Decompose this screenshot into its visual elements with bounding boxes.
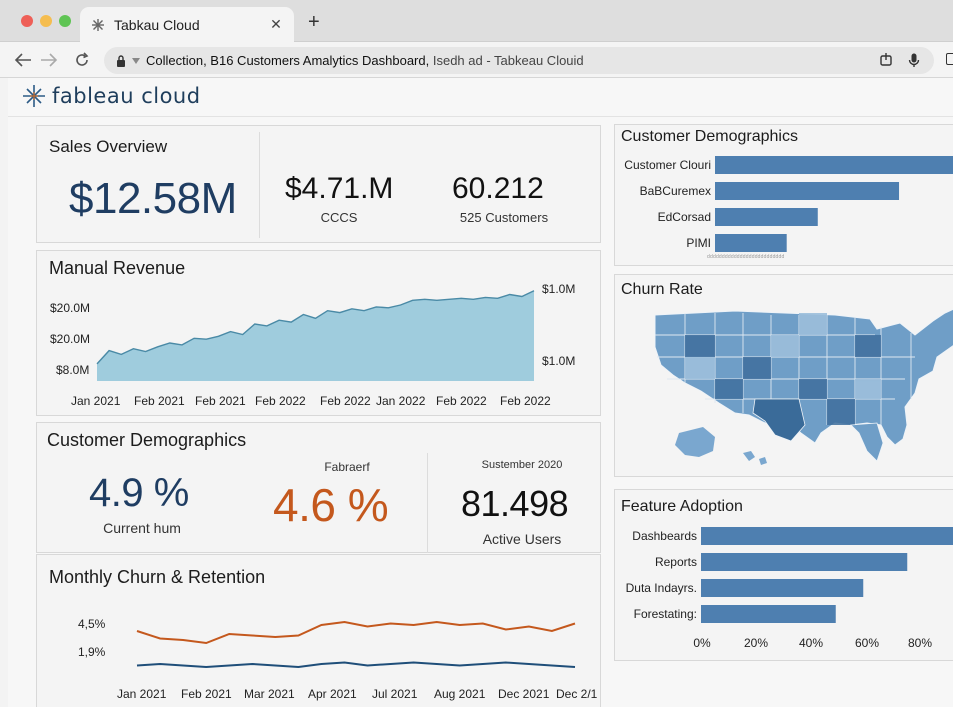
kpi1-label: Current hum	[103, 520, 181, 536]
x-axis-tick-label: 40%	[799, 636, 823, 650]
x-axis-tick-label: 60%	[855, 636, 879, 650]
bar[interactable]	[701, 527, 953, 545]
bar-category-label: PIMI	[686, 236, 711, 250]
x-axis-tick-label: Feb 2022	[320, 394, 371, 408]
bar-category-label: Customer Clouri	[624, 158, 711, 172]
url-main: Collection, B16 Customers Amalytics Dash…	[146, 53, 430, 68]
x-axis-tick-label: 0%	[693, 636, 711, 650]
microphone-icon[interactable]	[906, 52, 922, 68]
bar[interactable]	[715, 182, 900, 200]
forward-arrow-icon[interactable]	[38, 49, 60, 71]
tab-title: Tabkau Cloud	[114, 16, 200, 33]
x-axis-tick-label: Jan 2021	[71, 394, 121, 408]
kpi3-value: 81.498	[461, 483, 569, 524]
browser-tab[interactable]: Tabkau Cloud ✕	[80, 7, 294, 42]
customer-demographics-kpi-panel[interactable]: Customer Demographics 4.9 % Current hum …	[36, 422, 601, 553]
bar-category-label: Dashbeards	[632, 529, 697, 543]
kpi2-header: Fabraerf	[324, 460, 370, 474]
kpi3-label: 525 Customers	[459, 210, 549, 225]
x-axis-tick-label: Dec 2021	[498, 687, 550, 701]
x-axis-tick-label: Dec 2/1	[556, 687, 598, 701]
tableau-logo-icon	[23, 85, 45, 107]
tab-close-icon[interactable]: ✕	[266, 16, 286, 33]
bar[interactable]	[715, 234, 787, 252]
x-axis-tick-label: Jan 2021	[117, 687, 167, 701]
bar-category-label: Reports	[655, 555, 697, 569]
address-bar[interactable]: Collection, B16 Customers Amalytics Dash…	[104, 47, 934, 74]
churn-line-chart[interactable]: Jan 2021 Feb 2021 Mar 2021 Apr 2021 Jul 2021…	[37, 555, 602, 707]
sales-overview-panel[interactable]: Sales Overview $12.58M $4.71.M CCCS 60.2…	[36, 125, 601, 243]
total-sales-value: $12.58M	[69, 174, 237, 223]
x-axis-tick-label: Feb 2021	[181, 687, 232, 701]
kpi3-label: Active Users	[482, 531, 562, 547]
back-arrow-icon[interactable]	[12, 49, 34, 71]
panel-title: Customer Demographics	[47, 430, 247, 450]
alaska-shape	[675, 427, 715, 457]
kpi-divider	[259, 132, 260, 238]
x-axis-tick-label: 80%	[908, 636, 932, 650]
bar[interactable]	[715, 156, 953, 174]
url-text: Collection, B16 Customers Amalytics Dash…	[146, 53, 584, 68]
x-axis-tick-label: Feb 2021	[134, 394, 185, 408]
x-axis-tick-label: Feb 2022	[255, 394, 306, 408]
x-axis-tick-label: Jul 2021	[372, 687, 418, 701]
churn-series-line-0	[136, 620, 576, 645]
kpi3-value: 60.212	[452, 172, 544, 205]
bar[interactable]	[715, 208, 818, 226]
url-rest: Isedh ad - Tabkeau Clouid	[429, 53, 584, 68]
hawaii-shape	[743, 451, 767, 465]
feature-adoption-panel[interactable]: Feature Adoption Dashbeards Reports Duta I…	[614, 489, 953, 661]
kpi3-header: Sustember 2020	[481, 459, 563, 471]
lock-icon	[117, 54, 125, 67]
axis-caption: dddddddddddddddddddddddddd	[707, 254, 785, 260]
kpi2-label: CCCS	[320, 210, 358, 225]
panel-title: Sales Overview	[49, 137, 168, 156]
x-axis-tick-label: Feb 2021	[195, 394, 246, 408]
window-minimize-button[interactable]	[40, 15, 52, 27]
x-axis-tick-label: 20%	[744, 636, 768, 650]
x-axis-tick-label: Mar 2021	[244, 687, 295, 701]
bar[interactable]	[701, 605, 836, 623]
bar-category-label: EdCorsad	[658, 210, 711, 224]
kpi2-value: 4.6 %	[273, 479, 389, 531]
site-info-dropdown-icon[interactable]	[132, 57, 140, 64]
kpi2-value: $4.71.M	[285, 172, 394, 205]
monthly-churn-panel[interactable]: Monthly Churn & Retention 4,5% 1,9% Jan …	[36, 554, 601, 707]
churn-series-line-1	[136, 661, 576, 669]
browser-tab-bar: Tabkau Cloud ✕ +	[0, 0, 953, 42]
customer-demographics-bar-chart[interactable]: Customer Clouri BaBCuremex EdCorsad PIMI	[615, 125, 953, 267]
browser-toolbar: Collection, B16 Customers Amalytics Dash…	[0, 42, 953, 78]
bar-category-label: Forestating:	[634, 607, 697, 621]
x-axis-tick-label: Feb 2022	[500, 394, 551, 408]
kpi1-value: 4.9 %	[89, 471, 189, 515]
x-axis-tick-label: Feb 2022	[436, 394, 487, 408]
churn-rate-panel[interactable]: Churn Rate	[614, 274, 953, 477]
dashboard-page: fableau cloud Sales Overview $12.58M $4.…	[8, 78, 953, 707]
sidebar-toggle-icon[interactable]	[946, 53, 953, 65]
feature-adoption-bar-chart[interactable]: Dashbeards Reports Duta Indayrs. Forestatin…	[615, 490, 953, 662]
reload-icon[interactable]	[71, 49, 93, 71]
x-axis-tick-label: Jan 2022	[376, 394, 426, 408]
x-axis-tick-label: Aug 2021	[434, 687, 486, 701]
bar-category-label: Duta Indayrs.	[626, 581, 697, 595]
revenue-area-chart[interactable]: Jan 2021 Feb 2021 Feb 2021 Feb 2022 Feb 2022…	[37, 251, 602, 417]
customer-demographics-bar-panel[interactable]: Customer Demographics Customer Clouri BaB…	[614, 124, 953, 266]
kpi-divider	[427, 453, 428, 553]
x-axis-tick-label: Apr 2021	[308, 687, 357, 701]
window-close-button[interactable]	[21, 15, 33, 27]
bar[interactable]	[701, 579, 864, 597]
window-zoom-button[interactable]	[59, 15, 71, 27]
share-icon[interactable]	[878, 52, 894, 68]
bar[interactable]	[701, 553, 908, 571]
header-divider	[8, 116, 953, 117]
revenue-area	[97, 290, 534, 381]
new-tab-button[interactable]: +	[308, 12, 320, 32]
tableau-cloud-logo[interactable]: fableau cloud	[22, 84, 201, 108]
us-choropleth-map[interactable]	[615, 275, 953, 478]
logo-text: fableau cloud	[52, 84, 201, 108]
bar-category-label: BaBCuremex	[640, 184, 711, 198]
manual-revenue-panel[interactable]: Manual Revenue $20.0M $20.0M $8.0M $1.0M…	[36, 250, 601, 416]
tableau-favicon-icon	[92, 18, 104, 31]
florida-shape	[850, 422, 884, 462]
